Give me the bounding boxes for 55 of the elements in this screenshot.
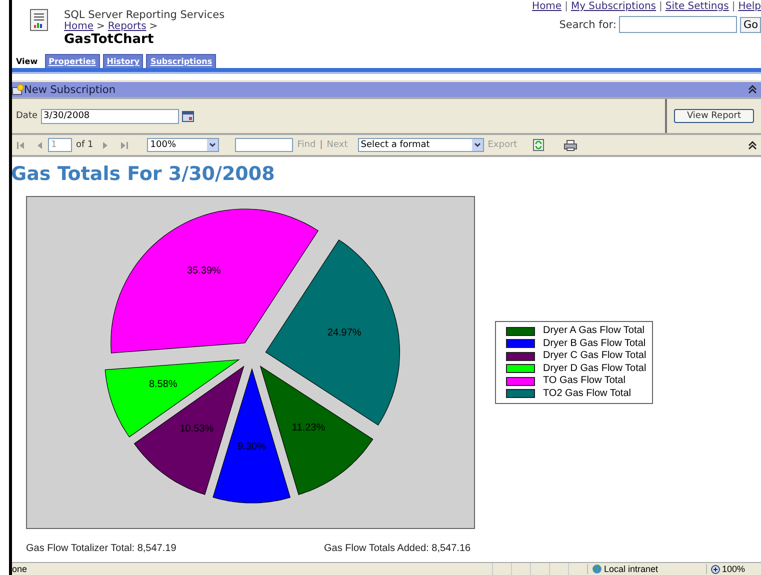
header-link[interactable]: My Subscriptions [570,1,656,12]
data-label: 11.23% [292,422,326,434]
legend-label: Dryer D Gas Flow Total [543,362,646,375]
breadcrumb-separator: > [149,21,158,32]
breadcrumb-separator: > [96,21,105,32]
app-name: SQL Server Reporting Services [64,9,225,21]
data-label: 35.39% [187,266,221,277]
legend-label: Dryer C Gas Flow Total [543,350,646,362]
header-link[interactable]: Site Settings [665,1,729,12]
tab[interactable]: Properties [44,54,100,68]
link-separator: | [732,1,736,12]
report-name: GasTotChart [64,32,155,47]
footer-total: Gas Flow Totals Added: 8,547.16 [324,543,471,554]
separator: | [320,140,323,150]
report-icon [30,9,48,31]
zoom-dropdown[interactable]: 100% [147,138,220,152]
search-field[interactable] [619,16,738,33]
new-subscription-link[interactable]: New Subscription [24,84,116,96]
status-text: one [12,564,28,574]
footer-total: Gas Flow Totalizer Total: 8,547.19 [26,543,178,554]
print-icon[interactable] [564,140,578,150]
header-link[interactable]: Help [738,1,761,12]
page-count: of 1 [76,140,94,150]
zoom-icon[interactable] [711,564,720,574]
calendar-icon[interactable] [182,110,194,122]
legend-label: TO2 Gas Flow Total [543,388,631,400]
data-label: 24.97% [327,327,362,338]
date-field[interactable]: 3/30/2008 [40,108,179,124]
format-dropdown[interactable]: Select a format [358,138,484,152]
collapse-icon[interactable] [748,85,757,94]
breadcrumb-link[interactable]: Reports [108,21,146,32]
subscription-icon [12,84,24,96]
date-label: Date [16,111,38,121]
tab[interactable]: Subscriptions [146,54,216,68]
go-button[interactable]: Go [740,16,761,32]
header-link[interactable]: Home [532,1,562,12]
collapse-icon[interactable] [748,140,757,150]
legend-label: Dryer A Gas Flow Total [543,325,645,338]
security-zone: Local intranet [604,564,658,574]
refresh-icon[interactable] [533,139,544,151]
link-separator: | [659,1,662,12]
globe-icon [592,564,602,574]
zoom-level[interactable]: 100% [722,564,746,574]
legend-label: TO Gas Flow Total [543,375,626,388]
view-report-button[interactable]: View Report [674,109,754,123]
report-title: Gas Totals For 3/30/2008 [11,163,276,185]
legend-label: Dryer B Gas Flow Total [543,338,646,350]
data-label: 10.53% [180,424,214,434]
find-field[interactable] [235,138,294,152]
breadcrumb-link[interactable]: Home [64,21,94,32]
search-label: Search for: [559,18,616,30]
data-label: 9.30% [238,441,266,452]
data-label: 8.58% [148,378,178,390]
link-separator: | [564,1,568,12]
tab[interactable]: History [102,54,144,68]
